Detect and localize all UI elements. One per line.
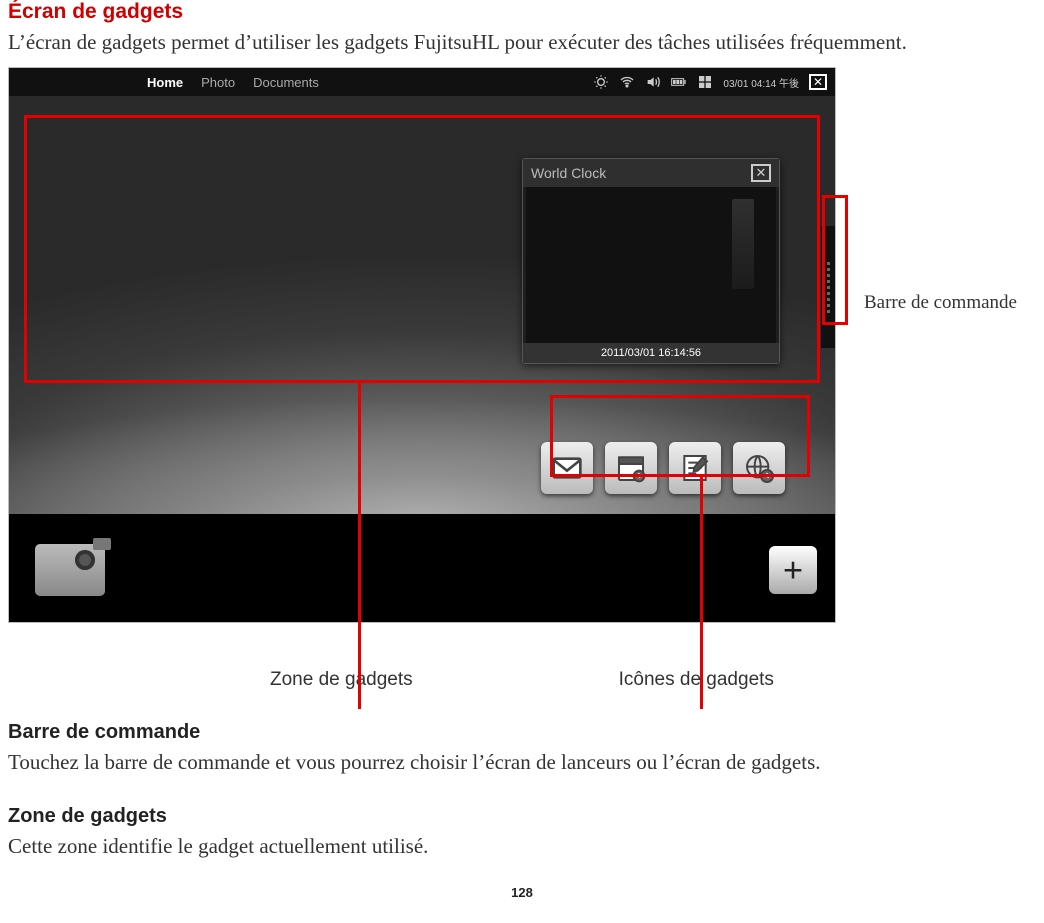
callouts-bottom: Zone de gadgets Icônes de gadgets <box>8 669 1036 691</box>
add-button[interactable]: + <box>769 546 817 594</box>
section-commandbar-text: Touchez la barre de commande et vous pou… <box>8 750 1036 775</box>
close-icon[interactable]: ✕ <box>809 74 827 90</box>
notes-gadget-icon[interactable] <box>669 442 721 494</box>
battery-icon[interactable] <box>671 74 687 90</box>
section-commandbar-heading: Barre de commande <box>8 721 1036 744</box>
world-clock-gadget[interactable]: World Clock ✕ 2011/03/01 16:14:56 <box>522 158 780 364</box>
section-zone-heading: Zone de gadgets <box>8 805 1036 828</box>
callout-label-zone: Zone de gadgets <box>270 669 413 691</box>
intro-text: L’écran de gadgets permet d’utiliser les… <box>8 30 1036 55</box>
grid-icon[interactable] <box>697 74 713 90</box>
screenshot-topbar: Home Photo Documents <box>9 68 835 96</box>
gadget-icons-tray <box>535 436 791 500</box>
section-zone-text: Cette zone identifie le gadget actuellem… <box>8 834 1036 859</box>
brightness-icon[interactable] <box>593 74 609 90</box>
calendar-gadget-icon[interactable] <box>605 442 657 494</box>
page-number: 128 <box>8 885 1036 900</box>
tab-documents[interactable]: Documents <box>253 75 319 90</box>
world-clock-gadget-icon[interactable] <box>733 442 785 494</box>
volume-icon[interactable] <box>645 74 661 90</box>
page-title: Écran de gadgets <box>8 0 1036 24</box>
mail-gadget-icon[interactable] <box>541 442 593 494</box>
callout-label-icons: Icônes de gadgets <box>619 669 774 691</box>
gadget-timestamp: 2011/03/01 16:14:56 <box>523 343 779 363</box>
screenshot-bottombar: + <box>9 514 835 623</box>
tab-photo[interactable]: Photo <box>201 75 235 90</box>
command-bar[interactable] <box>821 226 835 348</box>
wifi-icon[interactable] <box>619 74 635 90</box>
screenshot: Home Photo Documents <box>8 67 836 623</box>
figure-row: Home Photo Documents <box>8 67 1036 623</box>
gadget-close-icon[interactable]: ✕ <box>751 164 771 182</box>
status-clock: 03/01 04:14 午後 <box>723 75 799 90</box>
camera-icon[interactable] <box>35 544 105 596</box>
tab-home[interactable]: Home <box>147 75 183 90</box>
screenshot-body: World Clock ✕ 2011/03/01 16:14:56 <box>9 96 835 514</box>
gadget-body <box>526 187 776 343</box>
gadget-title: World Clock <box>531 165 606 181</box>
callout-label-commandbar: Barre de commande <box>864 291 1017 316</box>
